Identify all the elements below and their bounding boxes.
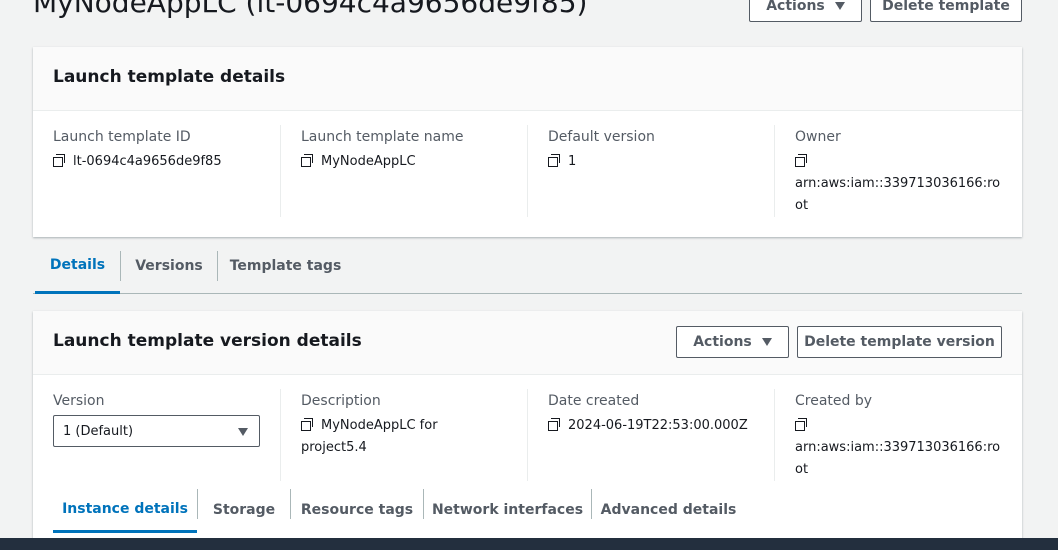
page-title: MyNodeAppLC (lt-0694c4a9656de9f85) [33,0,588,19]
field-value: MyNodeAppLC for project5.4 [301,418,438,455]
actions-button-label: Actions [693,334,752,350]
field-description: Description MyNodeAppLC for project5.4 [280,389,527,481]
tab-storage[interactable]: Storage [198,487,290,533]
caret-down-icon [834,2,845,10]
tab-instance-details[interactable]: Instance details [53,487,197,533]
field-launch-template-name: Launch template name MyNodeAppLC [280,125,527,217]
panel-header: Launch template version details Actions … [33,311,1022,375]
version-subtabs: Instance details Storage Resource tags N… [53,487,1002,533]
caret-down-icon [238,428,248,436]
field-label: Launch template ID [53,129,191,145]
field-created-by: Created by arn:aws:iam::339713036166:roo… [774,389,1021,481]
field-value: 2024-06-19T22:53:00.000Z [568,418,748,433]
copy-icon[interactable] [53,154,65,167]
actions-button[interactable]: Actions [749,0,862,22]
panel-title: Launch template version details [53,331,362,351]
tab-network-interfaces[interactable]: Network interfaces [424,487,591,533]
field-label: Date created [548,393,640,409]
version-select-value: 1 (Default) [63,423,134,439]
actions-button-label: Actions [766,0,825,14]
panel-title: Launch template details [53,67,286,87]
version-actions-button[interactable]: Actions [676,326,789,358]
delete-template-version-button[interactable]: Delete template version [797,326,1002,358]
field-label: Default version [548,129,655,145]
field-label: Created by [795,393,873,409]
field-value: arn:aws:iam::339713036166:root [795,176,1001,213]
version-details-panel: Launch template version details Actions … [33,311,1022,550]
field-value: lt-0694c4a9656de9f85 [73,154,222,169]
copy-icon[interactable] [548,154,560,167]
field-owner: Owner arn:aws:iam::339713036166:root [774,125,1021,217]
field-label: Owner [795,129,841,145]
panel-header: Launch template details [33,47,1022,111]
field-value: arn:aws:iam::339713036166:root [795,440,1001,477]
caret-down-icon [761,338,772,346]
tab-details[interactable]: Details [35,238,120,294]
detail-tabs: Details Versions Template tags [33,238,1022,294]
copy-icon[interactable] [301,418,313,431]
copy-icon[interactable] [795,154,807,167]
copy-icon[interactable] [548,418,560,431]
delete-template-button[interactable]: Delete template [870,0,1022,22]
bottom-footer-bar [0,538,1058,550]
field-value: 1 [568,154,577,169]
copy-icon[interactable] [301,154,313,167]
launch-template-details-panel: Launch template details Launch template … [33,47,1022,237]
copy-icon[interactable] [795,418,807,431]
field-label: Description [301,393,381,409]
field-label: Version [53,393,105,409]
field-value: MyNodeAppLC [321,154,416,169]
tab-versions[interactable]: Versions [121,238,217,294]
tab-resource-tags[interactable]: Resource tags [291,487,423,533]
field-date-created: Date created 2024-06-19T22:53:00.000Z [527,389,774,481]
tab-template-tags[interactable]: Template tags [218,238,353,294]
version-select[interactable]: 1 (Default) [53,415,260,447]
field-default-version: Default version 1 [527,125,774,217]
tab-advanced-details[interactable]: Advanced details [592,487,745,533]
field-label: Launch template name [301,129,464,145]
field-launch-template-id: Launch template ID lt-0694c4a9656de9f85 [33,129,280,217]
